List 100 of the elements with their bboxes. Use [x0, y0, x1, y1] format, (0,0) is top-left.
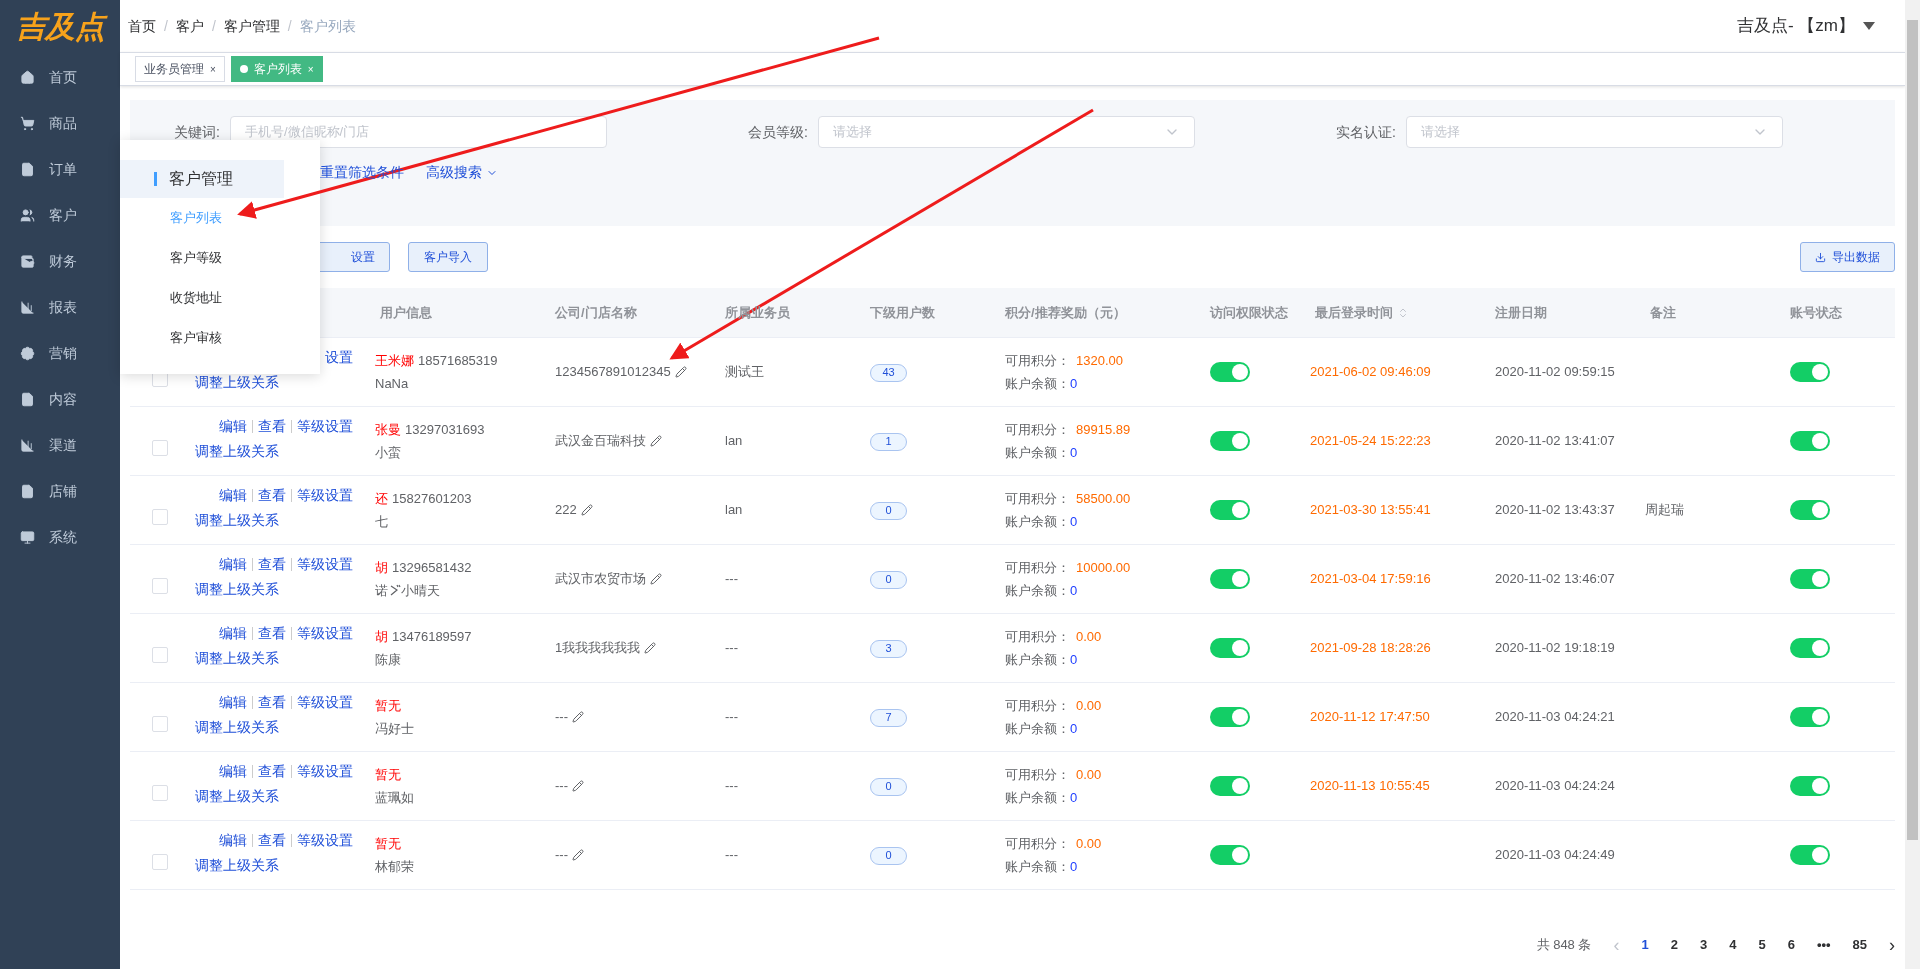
page-number[interactable]: 4 [1729, 935, 1737, 955]
toggle-switch[interactable] [1210, 569, 1250, 589]
page-tab[interactable]: 业务员管理 × [135, 56, 225, 82]
page-number[interactable]: ••• [1816, 935, 1831, 955]
sidebar-item[interactable]: 系统 [0, 514, 120, 560]
breadcrumb-item[interactable]: 客户 [175, 15, 204, 37]
action-link[interactable]: 等级设置 [291, 558, 353, 571]
toolbar-button[interactable]: 客户导入 [408, 242, 488, 272]
row-checkbox[interactable] [152, 647, 168, 663]
edit-icon[interactable] [644, 642, 657, 654]
action-link[interactable]: 调整上级关系 [195, 372, 279, 393]
page-number[interactable]: 5 [1758, 935, 1766, 955]
scrollbar[interactable] [1905, 0, 1920, 969]
toggle-switch[interactable] [1210, 431, 1250, 451]
action-link[interactable]: 调整上级关系 [195, 510, 279, 531]
page-number[interactable]: 85 [1852, 935, 1867, 955]
next-page-button[interactable]: › [1889, 931, 1895, 959]
toggle-switch[interactable] [1210, 500, 1250, 520]
sidebar-item[interactable]: 首页 [0, 54, 120, 100]
sidebar-item[interactable]: 渠道 [0, 422, 120, 468]
edit-icon[interactable] [650, 435, 662, 447]
edit-icon[interactable] [572, 780, 584, 792]
sidebar-item[interactable]: 商品 [0, 100, 120, 146]
sidebar-item[interactable]: 营销 [0, 330, 120, 376]
toggle-switch[interactable] [1790, 569, 1830, 589]
filter-link[interactable]: 高级搜索 [426, 162, 498, 183]
edit-icon[interactable] [674, 366, 687, 378]
points-value: 0.00 [1076, 835, 1102, 853]
action-link[interactable]: 查看 [252, 696, 286, 709]
menu-item[interactable]: 客户审核 [120, 318, 320, 358]
action-link[interactable]: 编辑 [219, 696, 247, 709]
action-link[interactable]: 查看 [252, 765, 286, 778]
page-number[interactable]: 6 [1787, 935, 1795, 955]
balance-label: 账户余额： [1005, 512, 1070, 531]
action-link[interactable]: 查看 [252, 627, 286, 640]
row-checkbox[interactable] [152, 578, 168, 594]
action-link[interactable]: 等级设置 [291, 489, 353, 502]
breadcrumb-item[interactable]: 首页 [128, 15, 156, 37]
action-link[interactable]: 设置 [325, 351, 353, 364]
edit-icon[interactable] [572, 711, 584, 723]
action-link[interactable]: 调整上级关系 [195, 579, 279, 600]
toggle-switch[interactable] [1210, 776, 1250, 796]
sort-icon[interactable] [1397, 306, 1409, 319]
toggle-switch[interactable] [1790, 707, 1830, 727]
edit-icon[interactable] [650, 573, 662, 585]
action-link[interactable]: 等级设置 [291, 420, 353, 433]
user-menu[interactable]: 吉及点- 【zm】 [1736, 13, 1875, 39]
row-checkbox[interactable] [152, 854, 168, 870]
toggle-switch[interactable] [1790, 638, 1830, 658]
action-link[interactable]: 调整上级关系 [195, 648, 279, 669]
sidebar-item[interactable]: 店铺 [0, 468, 120, 514]
action-link[interactable]: 等级设置 [291, 834, 353, 847]
action-link[interactable]: 查看 [252, 420, 286, 433]
sidebar-item[interactable]: 财务 [0, 238, 120, 284]
page-number[interactable]: 2 [1670, 935, 1678, 955]
sidebar-item[interactable]: 订单 [0, 146, 120, 192]
toggle-switch[interactable] [1210, 638, 1250, 658]
page-number[interactable]: 1 [1641, 935, 1649, 955]
action-link[interactable]: 调整上级关系 [195, 855, 279, 876]
toggle-switch[interactable] [1210, 707, 1250, 727]
close-icon[interactable]: × [210, 61, 216, 77]
action-link[interactable]: 等级设置 [291, 765, 353, 778]
toggle-switch[interactable] [1790, 500, 1830, 520]
action-link[interactable]: 查看 [252, 489, 286, 502]
breadcrumb-item[interactable]: 客户管理 [223, 15, 280, 37]
points-label: 可用积分： [1005, 697, 1070, 715]
action-link[interactable]: 调整上级关系 [195, 786, 279, 807]
row-checkbox[interactable] [152, 785, 168, 801]
toggle-switch[interactable] [1790, 776, 1830, 796]
sidebar-item[interactable]: 客户 [0, 192, 120, 238]
action-link[interactable]: 编辑 [219, 489, 247, 502]
user-name: 还 [375, 489, 388, 508]
toggle-switch[interactable] [1790, 845, 1830, 865]
export-button[interactable]: 导出数据 [1800, 242, 1895, 272]
action-link[interactable]: 查看 [252, 558, 286, 571]
action-link[interactable]: 调整上级关系 [195, 717, 279, 738]
row-checkbox[interactable] [152, 440, 168, 456]
action-link[interactable]: 编辑 [219, 558, 247, 571]
action-link[interactable]: 等级设置 [291, 627, 353, 640]
row-checkbox[interactable] [152, 716, 168, 732]
sidebar-item[interactable]: 内容 [0, 376, 120, 422]
bar-chart-icon [20, 437, 35, 453]
action-link[interactable]: 编辑 [219, 765, 247, 778]
edit-icon[interactable] [572, 849, 584, 861]
toggle-switch[interactable] [1210, 845, 1250, 865]
toggle-switch[interactable] [1790, 362, 1830, 382]
toggle-switch[interactable] [1210, 362, 1250, 382]
action-link[interactable]: 查看 [252, 834, 286, 847]
action-link[interactable]: 编辑 [219, 420, 247, 433]
row-checkbox[interactable] [152, 509, 168, 525]
menu-item[interactable]: 收货地址 [120, 278, 320, 318]
toggle-switch[interactable] [1790, 431, 1830, 451]
page-number[interactable]: 3 [1699, 935, 1708, 955]
action-link[interactable]: 编辑 [219, 834, 247, 847]
edit-icon[interactable] [580, 504, 593, 516]
action-link[interactable]: 编辑 [219, 627, 247, 640]
balance-value: 0 [1070, 788, 1078, 807]
action-link[interactable]: 等级设置 [291, 696, 353, 709]
sidebar-item[interactable]: 报表 [0, 284, 120, 330]
action-link[interactable]: 调整上级关系 [195, 441, 279, 462]
